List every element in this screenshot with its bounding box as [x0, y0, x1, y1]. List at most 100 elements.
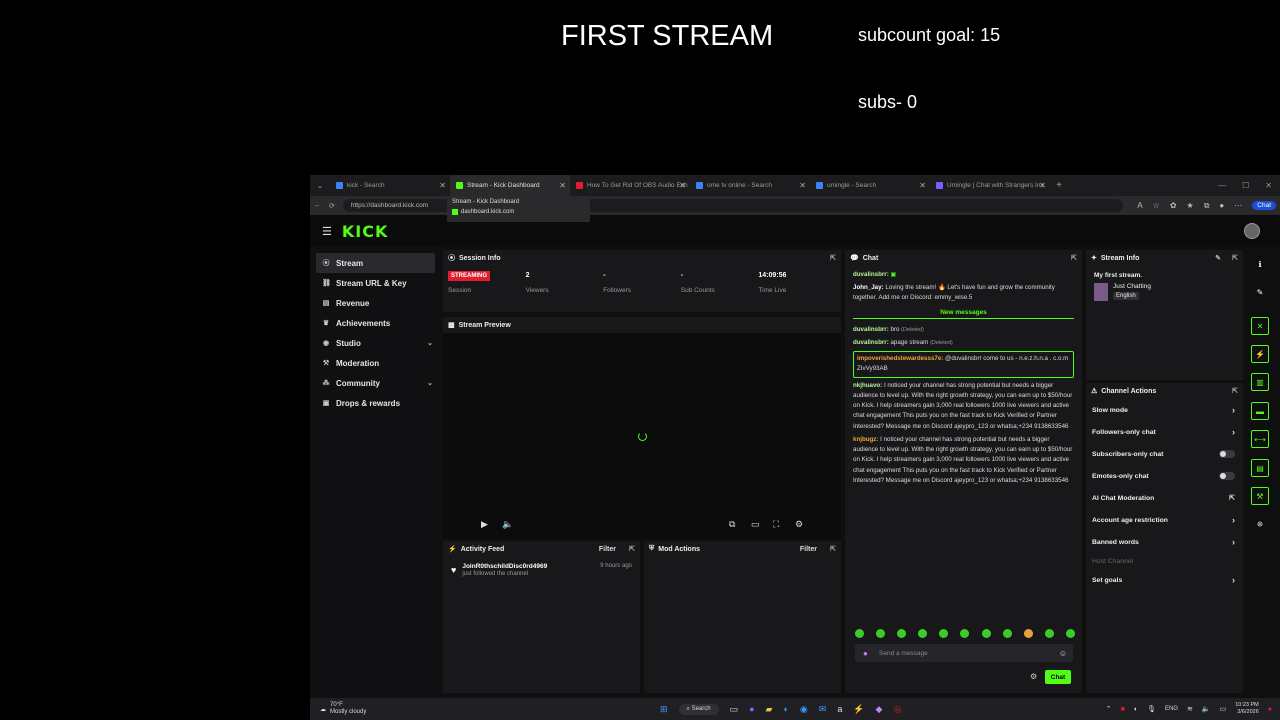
sidebar-item-moderation[interactable]: ⚒ Moderation [310, 353, 441, 373]
maximize-icon[interactable]: ☐ [1242, 181, 1249, 190]
new-tab-icon[interactable]: + [1050, 180, 1068, 191]
followers-only-row[interactable]: Followers-only chat › [1086, 421, 1243, 443]
popout-icon[interactable]: ⇱ [830, 254, 836, 262]
chat-username[interactable]: knjbugz: [853, 436, 878, 443]
amazon-icon[interactable]: a [837, 704, 842, 714]
mic-icon[interactable]: 🎙 [1147, 705, 1156, 713]
file-explorer-icon[interactable]: ▰ [766, 704, 773, 715]
volume-icon[interactable]: 🔈 [502, 519, 513, 530]
chat-message-input[interactable]: ● Send a message ☺ [855, 644, 1073, 662]
pip-icon[interactable]: ⧉ [729, 519, 735, 530]
stream-category[interactable]: Just Chatting [1113, 283, 1151, 290]
tab-umingle-chat[interactable]: Umingle | Chat with Strangers Ins ✕ [930, 175, 1050, 196]
popout-icon[interactable]: ⇱ [1232, 387, 1238, 395]
refresh-icon[interactable]: ⟳ [329, 202, 335, 210]
volume-icon[interactable]: 🔈 [1202, 705, 1211, 713]
close-icon[interactable]: ✕ [559, 181, 566, 190]
popout-icon[interactable]: ⇱ [1232, 254, 1238, 262]
chat-bubble-icon[interactable]: ▬ [1251, 402, 1269, 420]
copilot-chat-button[interactable]: Chat [1252, 201, 1276, 210]
clock[interactable]: 10:23 PM 3/6/2026 [1235, 702, 1259, 715]
emote-icon[interactable] [1002, 629, 1012, 638]
favorite-icon[interactable]: ☆ [1153, 201, 1160, 210]
app-icon[interactable]: ◆ [876, 704, 883, 715]
hamburger-icon[interactable]: ☰ [322, 225, 332, 238]
follower-name[interactable]: JoinR0thschildDisc0rd4969 [462, 563, 547, 570]
edge-icon[interactable]: ◐ [783, 704, 788, 714]
video-player[interactable]: ▶ 🔈 ⧉ ▭ ⛶ ⚙ [443, 333, 841, 539]
set-goals-row[interactable]: Set goals › [1086, 569, 1243, 591]
edit-icon[interactable]: ✎ [1251, 283, 1269, 301]
emoji-icon[interactable]: ☺ [1059, 649, 1067, 658]
meet-icon[interactable]: ● [749, 704, 754, 714]
back-icon[interactable]: ← [314, 202, 321, 209]
chat-username[interactable]: nkjhuavo: [853, 382, 882, 389]
winamp-icon[interactable]: ⚡ [853, 704, 864, 715]
lightning-icon[interactable]: ⚡ [1251, 345, 1269, 363]
popout-icon[interactable]: ⇱ [830, 545, 836, 553]
chat-username[interactable]: John_Jay: [853, 284, 884, 291]
emotes-only-toggle[interactable] [1219, 472, 1235, 480]
filter-button[interactable]: Filter [599, 546, 616, 553]
task-view-icon[interactable]: ▭ [730, 704, 739, 715]
split-icon[interactable]: ⟷ [1251, 430, 1269, 448]
taskbar-search[interactable]: ⌕ Search [678, 703, 719, 715]
ai-moderation-row[interactable]: AI Chat Moderation ⇱ [1086, 487, 1243, 509]
emote-icon[interactable] [1023, 629, 1033, 638]
minimize-icon[interactable]: — [1218, 181, 1226, 190]
close-window-icon[interactable]: ✕ [1265, 181, 1272, 190]
sidebar-item-achievements[interactable]: ♛ Achievements [310, 313, 441, 333]
chrome-icon[interactable]: ◉ [800, 704, 808, 715]
add-widget-icon[interactable]: ⁜ [1251, 515, 1269, 533]
mail-icon[interactable]: ✉ [819, 704, 827, 715]
profile-icon[interactable]: ● [1219, 201, 1224, 210]
tray-app-icon[interactable]: ■ [1121, 706, 1125, 713]
sidebar-item-drops-rewards[interactable]: ▣ Drops & rewards [310, 393, 441, 413]
subscribers-only-toggle[interactable] [1219, 450, 1235, 458]
close-icon[interactable]: ✕ [919, 181, 926, 190]
chat-username[interactable]: duvalinsbrr: [853, 339, 889, 346]
sidebar-item-stream[interactable]: ⦿ Stream [316, 253, 435, 273]
extension-icon[interactable]: ✿ [1170, 201, 1177, 210]
play-icon[interactable]: ▶ [481, 519, 488, 530]
wrench-icon[interactable]: ⚒ [1251, 487, 1269, 505]
tab-list-icon[interactable]: ⌄ [310, 181, 330, 190]
sidebar-item-stream-url-key[interactable]: ⛓ Stream URL & Key [310, 273, 441, 293]
chat-username[interactable]: impoverishedstewardesss7e: [857, 355, 943, 362]
info-icon[interactable]: ℹ [1251, 255, 1269, 273]
chevron-up-icon[interactable]: ⌃ [1106, 705, 1112, 713]
tab-kick-search[interactable]: kick - Search ✕ [330, 175, 450, 196]
reader-icon[interactable]: A [1137, 201, 1142, 210]
menu-icon[interactable]: ⋯ [1234, 201, 1242, 210]
raid-icon[interactable]: ✕ [1251, 317, 1269, 335]
emote-icon[interactable] [855, 629, 864, 638]
emote-icon[interactable] [981, 629, 991, 638]
language-indicator[interactable]: ENG [1165, 706, 1178, 712]
collections-icon[interactable]: ⧉ [1204, 201, 1210, 211]
popout-icon[interactable]: ⇱ [1071, 254, 1077, 262]
battery-icon[interactable]: ▭ [1220, 705, 1227, 713]
slow-mode-row[interactable]: Slow mode › [1086, 399, 1243, 421]
chat-username[interactable]: duvalinsbrr: [853, 326, 889, 333]
close-icon[interactable]: ✕ [1039, 181, 1046, 190]
trash-icon[interactable]: ▥ [1251, 373, 1269, 391]
emote-icon[interactable] [876, 629, 886, 638]
notification-icon[interactable]: ● [1268, 706, 1272, 713]
gear-icon[interactable]: ⚙ [1030, 672, 1037, 681]
emote-icon[interactable] [939, 629, 949, 638]
emote-icon[interactable] [897, 629, 907, 638]
emote-icon[interactable] [1044, 629, 1054, 638]
filter-button[interactable]: Filter [800, 546, 817, 553]
kick-logo[interactable]: KICK [342, 222, 389, 241]
close-icon[interactable]: ✕ [679, 181, 686, 190]
sidebar-item-revenue[interactable]: ▤ Revenue [310, 293, 441, 313]
favorites-icon[interactable]: ★ [1187, 201, 1194, 210]
obs-icon[interactable]: ◎ [893, 704, 901, 715]
chat-username[interactable]: duvalinsbrr: [853, 271, 889, 278]
chat-send-button[interactable]: Chat [1045, 670, 1071, 684]
close-icon[interactable]: ✕ [799, 181, 806, 190]
emote-icon[interactable] [1065, 629, 1075, 638]
settings-icon[interactable]: ⚙ [795, 519, 803, 530]
close-icon[interactable]: ✕ [439, 181, 446, 190]
tab-umingle-search[interactable]: umingle - Search ✕ [810, 175, 930, 196]
